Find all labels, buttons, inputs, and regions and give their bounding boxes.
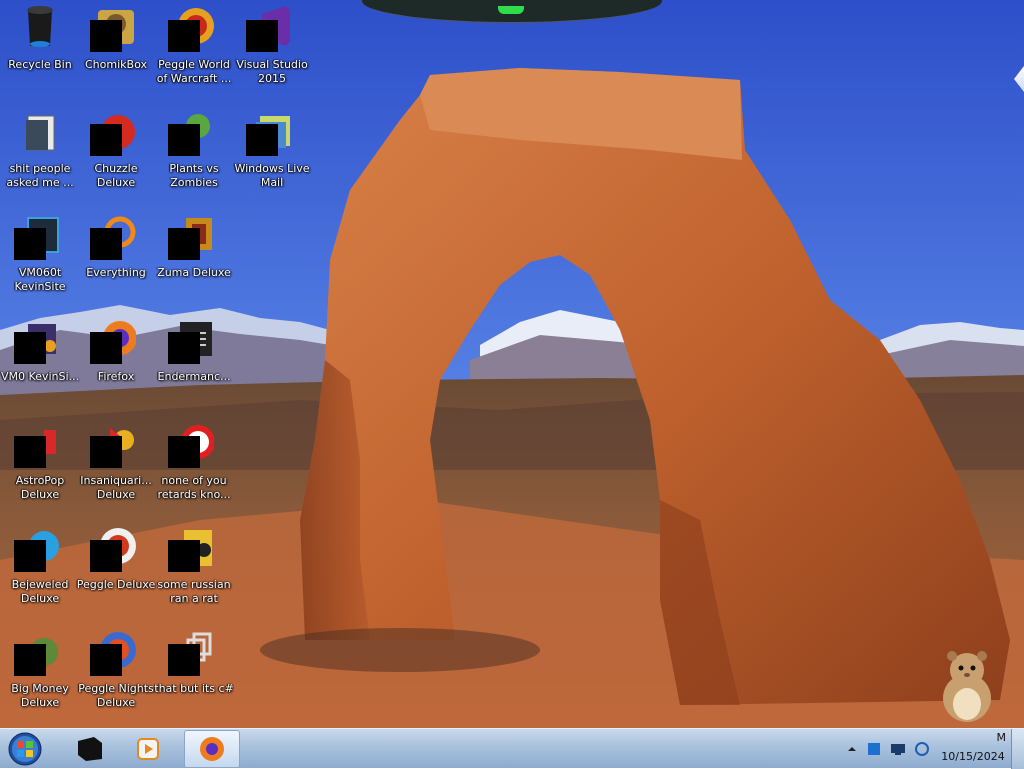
redaction-box xyxy=(168,436,200,468)
desktop-icon-none-of-you[interactable]: none of you retards kno... xyxy=(154,416,234,512)
redaction-box xyxy=(168,228,200,260)
desktop-icon-everything[interactable]: Everything xyxy=(76,208,156,304)
icon-label: Endermanc... xyxy=(157,370,231,383)
desktop-icon-firefox[interactable]: Firefox xyxy=(76,312,156,408)
desktop-icon-that-but-csharp[interactable]: that but its c# xyxy=(154,624,234,720)
icon-label: AstroPop Deluxe xyxy=(15,474,65,501)
icon-label: Firefox xyxy=(97,370,135,383)
system-tray: M 10/15/2024 xyxy=(842,729,1024,769)
icon-label: Everything xyxy=(86,266,146,279)
taskbar-media-player[interactable] xyxy=(120,730,176,768)
desktop-icon-zuma[interactable]: Zuma Deluxe xyxy=(154,208,234,304)
icon-label: shit people asked me ... xyxy=(6,162,74,189)
network-icon[interactable] xyxy=(890,741,906,757)
icon-label: Big Money Deluxe xyxy=(11,682,69,709)
icon-label: Peggle World of Warcraft ... xyxy=(156,58,232,85)
desktop-icon-folder-people[interactable]: shit people asked me ... xyxy=(0,104,80,200)
icon-label: Zuma Deluxe xyxy=(157,266,231,279)
dark-box-app-icon xyxy=(78,737,102,761)
redaction-box xyxy=(90,332,122,364)
desktop-icon-bejeweled[interactable]: Bejeweled Deluxe xyxy=(0,520,80,616)
redaction-box xyxy=(246,20,278,52)
desktop-icon-peggle-deluxe[interactable]: Peggle Deluxe xyxy=(76,520,156,616)
icon-label: some russian ran a rat xyxy=(157,578,231,605)
icon-label: Peggle Nights Deluxe xyxy=(78,682,154,709)
clock-date[interactable]: 10/15/2024 xyxy=(938,750,1008,763)
redaction-box xyxy=(14,540,46,572)
desktop-icon-vm0[interactable]: VM0 KevinSi... xyxy=(0,312,80,408)
start-button[interactable] xyxy=(6,731,44,767)
desktop-icon-endermanch[interactable]: Endermanc... xyxy=(154,312,234,408)
desktop-icon-chomikbox[interactable]: ChomikBox xyxy=(76,0,156,96)
desktop-icon-recycle-bin[interactable]: Recycle Bin xyxy=(0,0,80,96)
icon-label: Windows Live Mail xyxy=(234,162,310,189)
recycle-bin-icon xyxy=(27,6,53,47)
icon-label: Chuzzle Deluxe xyxy=(94,162,138,189)
firefox-icon xyxy=(200,737,224,761)
status-light xyxy=(498,6,524,14)
bluetooth-icon[interactable] xyxy=(866,741,882,757)
icon-label: that but its c# xyxy=(154,682,234,695)
show-desktop-button[interactable] xyxy=(1011,729,1024,769)
taskbar-firefox[interactable] xyxy=(184,730,240,768)
desktop-icon-visual-studio[interactable]: Visual Studio 2015 xyxy=(232,0,312,96)
redaction-box xyxy=(90,20,122,52)
redaction-box xyxy=(168,124,200,156)
icon-label: Insaniquari... Deluxe xyxy=(80,474,152,501)
folder-icon xyxy=(26,115,55,151)
volume-icon[interactable] xyxy=(914,741,930,757)
clock-time[interactable]: M xyxy=(942,731,1007,744)
desktop-icon-some-russian[interactable]: some russian ran a rat xyxy=(154,520,234,616)
icon-label: Bejeweled Deluxe xyxy=(11,578,69,605)
redaction-box xyxy=(168,20,200,52)
icon-label: Visual Studio 2015 xyxy=(236,58,308,85)
show-hidden-icons-arrow[interactable] xyxy=(844,741,860,757)
redaction-box xyxy=(14,332,46,364)
taskbar: M 10/15/2024 xyxy=(0,728,1024,769)
icon-label: ChomikBox xyxy=(85,58,147,71)
icon-label: Plants vs Zombies xyxy=(169,162,219,189)
redaction-box xyxy=(168,644,200,676)
desktop-icon-chuzzle[interactable]: Chuzzle Deluxe xyxy=(76,104,156,200)
redaction-box xyxy=(14,644,46,676)
hamster-desktop-pet[interactable] xyxy=(935,648,999,724)
redaction-box xyxy=(90,124,122,156)
desktop-icon-insaniquarium[interactable]: Insaniquari... Deluxe xyxy=(76,416,156,512)
redaction-box xyxy=(168,332,200,364)
desktop-icon-peggle-nights[interactable]: Peggle Nights Deluxe xyxy=(76,624,156,720)
redaction-box xyxy=(90,436,122,468)
desktop-icon-astropop[interactable]: AstroPop Deluxe xyxy=(0,416,80,512)
icon-label: none of you retards kno... xyxy=(157,474,231,501)
redaction-box xyxy=(246,124,278,156)
media-player-icon xyxy=(137,738,159,760)
icon-label: Peggle Deluxe xyxy=(76,578,156,591)
icon-label: VM060t KevinSite xyxy=(14,266,66,293)
desktop-icon-big-money[interactable]: Big Money Deluxe xyxy=(0,624,80,720)
redaction-box xyxy=(168,540,200,572)
redaction-box xyxy=(14,436,46,468)
redaction-box xyxy=(90,644,122,676)
redaction-box xyxy=(14,228,46,260)
icon-label: Recycle Bin xyxy=(8,58,72,71)
redaction-box xyxy=(90,540,122,572)
desktop-icon-windows-live-mail[interactable]: Windows Live Mail xyxy=(232,104,312,200)
taskbar-app-1[interactable] xyxy=(60,730,116,768)
redaction-box xyxy=(90,228,122,260)
desktop-icon-plants-vs-zombies[interactable]: Plants vs Zombies xyxy=(154,104,234,200)
icon-label: VM0 KevinSi... xyxy=(0,370,79,383)
desktop-icon-peggle-wow[interactable]: Peggle World of Warcraft ... xyxy=(154,0,234,96)
desktop-icon-vm060t[interactable]: VM060t KevinSite xyxy=(0,208,80,304)
